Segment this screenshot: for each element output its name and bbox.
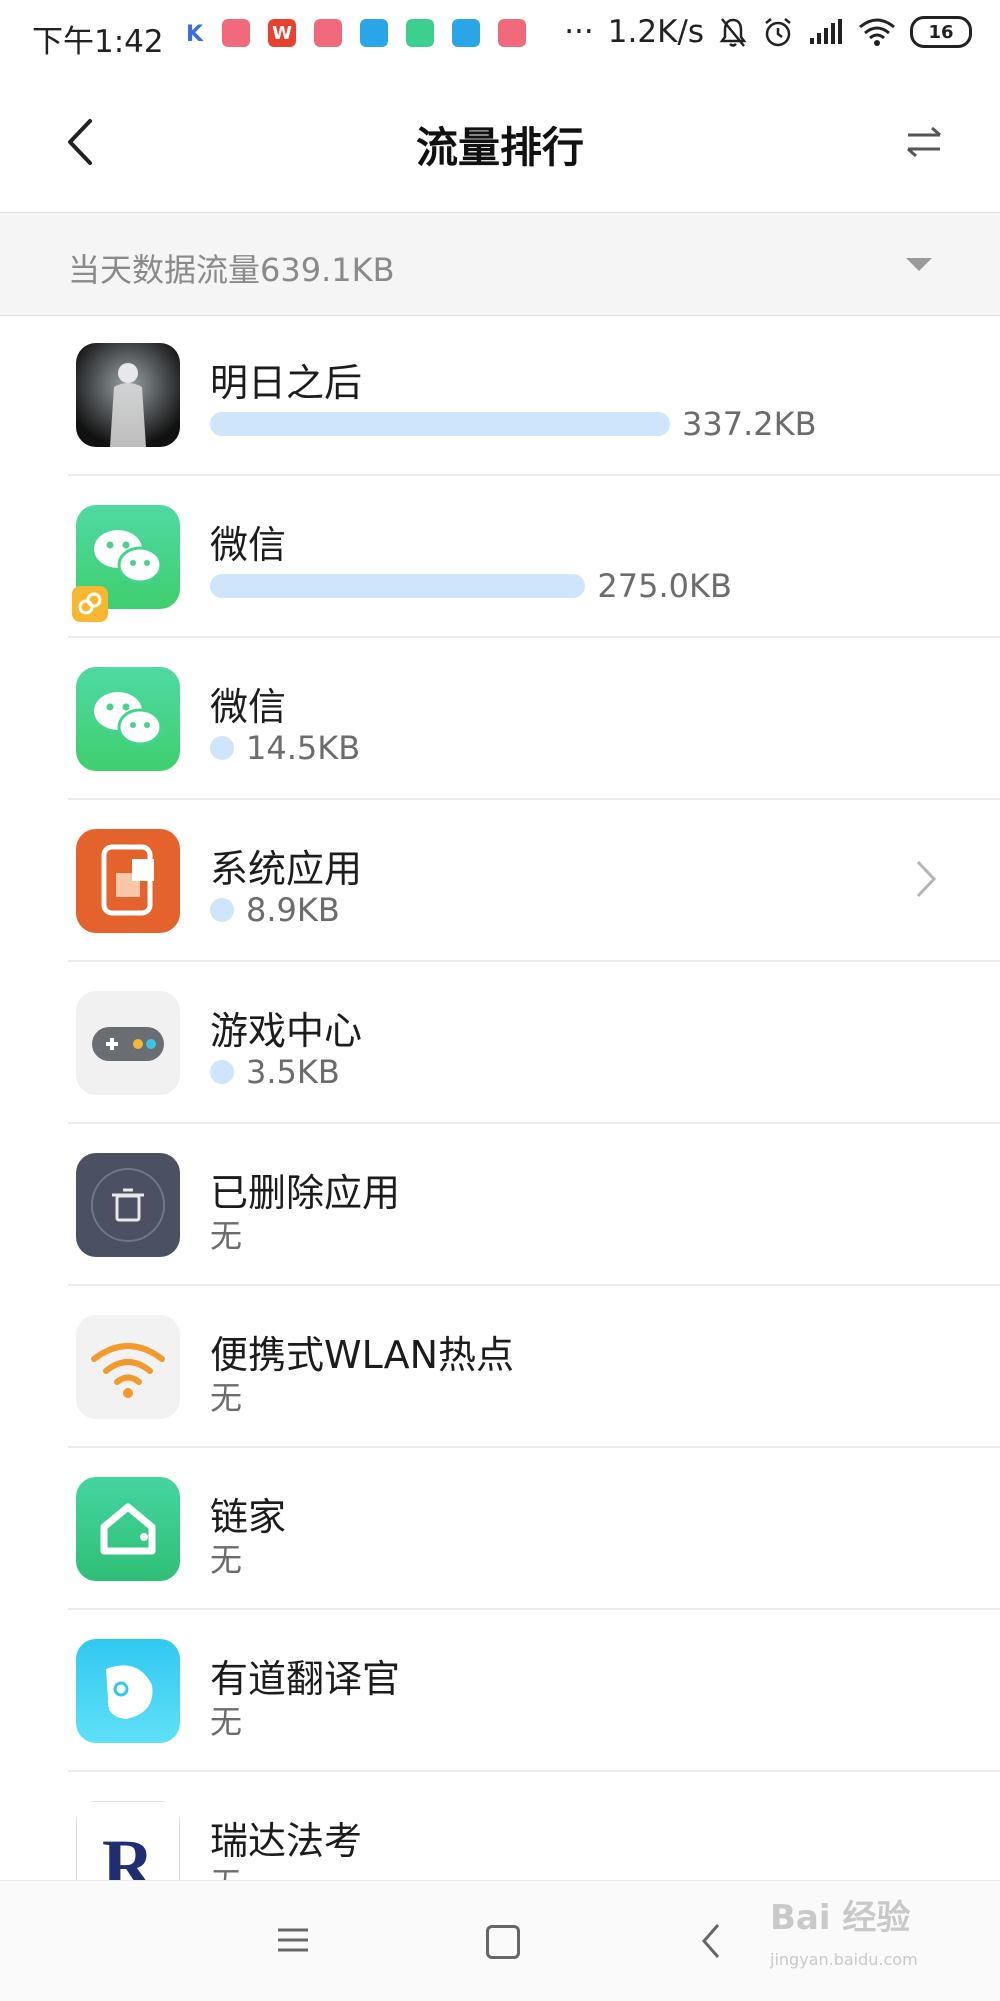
usage-indicator: 无 [210, 1216, 242, 1255]
usage-amount: 275.0KB [597, 567, 732, 605]
title-bar: 流量排行 [0, 72, 1000, 212]
page-title: 流量排行 [415, 123, 584, 172]
app-row[interactable]: 微信 275.0KB [0, 476, 1000, 638]
battery-icon: 16 [910, 16, 972, 48]
app-row[interactable]: 明日之后 337.2KB [0, 314, 1000, 476]
usage-dot [210, 898, 234, 922]
app-row[interactable]: 游戏中心 3.5KB [0, 962, 1000, 1124]
usage-none: 无 [210, 1703, 243, 1741]
app-usage-list: 明日之后 337.2KB 微信 275.0KB 微信 14.5KB 系统应用 8.9KB 游戏中… [0, 314, 1000, 1934]
app-name: 已删除应用 [210, 1171, 401, 1215]
baidu-watermark-url: jingyan.baidu.com [770, 1950, 918, 1969]
usage-indicator: 337.2KB [210, 405, 817, 443]
app-row[interactable]: 有道翻译官无 [0, 1610, 1000, 1772]
baidu-watermark: Bai 经验 [770, 1898, 911, 1938]
game-figure-icon [76, 343, 180, 447]
menu-icon[interactable] [278, 1927, 308, 1953]
daily-data-total: 当天数据流量639.1KB [68, 251, 395, 289]
usage-none: 无 [210, 1379, 243, 1417]
status-bar: 下午1:42 K W ··· 1.2K/s 16 [0, 0, 1000, 72]
network-speed: 1.2K/s [607, 14, 704, 50]
usage-dot [210, 1060, 234, 1084]
app-name: 有道翻译官 [210, 1657, 401, 1701]
nav-back-icon[interactable] [700, 1923, 722, 1959]
app-name: 微信 [210, 523, 287, 567]
trash-icon [76, 1153, 180, 1257]
more-notifications-icon: ··· [564, 14, 594, 50]
app-row[interactable]: 微信 14.5KB [0, 638, 1000, 800]
usage-none: 无 [210, 1217, 243, 1255]
app-name: 链家 [210, 1495, 287, 1539]
usage-amount: 337.2KB [682, 405, 817, 443]
alarm-icon [765, 18, 791, 47]
lianjia-home-icon [406, 19, 434, 47]
hotspot-wifi-icon [76, 1315, 180, 1419]
usage-dot [210, 736, 234, 760]
status-time: 下午1:42 [32, 24, 164, 60]
app-row[interactable]: 便携式WLAN热点无 [0, 1286, 1000, 1448]
status-right: ··· 1.2K/s 16 [564, 14, 972, 50]
app-name: 便携式WLAN热点 [210, 1333, 515, 1377]
usage-bar [210, 574, 586, 598]
usage-amount: 8.9KB [246, 891, 340, 929]
app-name: 微信 [210, 685, 287, 729]
sort-switch-icon[interactable] [904, 124, 944, 160]
chart-app-icon [498, 19, 526, 47]
usage-indicator: 14.5KB [210, 729, 361, 767]
wps-icon: W [268, 19, 296, 47]
app-row[interactable]: 链家无 [0, 1448, 1000, 1610]
baidu-paw-icon [452, 19, 480, 47]
usage-indicator: 无 [210, 1540, 242, 1579]
system-apps-icon [76, 829, 180, 933]
usage-indicator: 3.5KB [210, 1053, 340, 1091]
usage-indicator: 无 [210, 1702, 242, 1741]
home-button[interactable] [486, 1925, 520, 1959]
chevron-right-icon[interactable] [912, 858, 938, 900]
usage-indicator: 275.0KB [210, 567, 732, 605]
lianjia-icon [76, 1477, 180, 1581]
chart-app-icon [314, 19, 342, 47]
app-name: 明日之后 [210, 361, 363, 405]
usage-amount: 14.5KB [246, 729, 361, 767]
usage-none: 无 [210, 1541, 243, 1579]
usage-indicator: 无 [210, 1378, 242, 1417]
gamepad-icon [76, 991, 180, 1095]
dual-app-badge-icon [72, 586, 108, 622]
usage-indicator: 8.9KB [210, 891, 340, 929]
k-icon: K [186, 22, 204, 47]
app-name: 系统应用 [210, 847, 363, 891]
daily-data-summary[interactable]: 当天数据流量639.1KB [0, 212, 1000, 316]
app-name: 游戏中心 [210, 1009, 363, 1053]
wechat-icon [76, 667, 180, 771]
youdao-icon [76, 1639, 180, 1743]
app-name: 瑞达法考 [210, 1819, 363, 1863]
usage-bar [210, 412, 670, 436]
chart-app-icon [222, 19, 250, 47]
signal-icon [810, 19, 842, 44]
baidu-paw-icon [360, 19, 388, 47]
app-row[interactable]: 已删除应用无 [0, 1124, 1000, 1286]
notification-icons: W [222, 19, 526, 47]
wifi-icon [859, 18, 895, 46]
bell-muted-icon [719, 18, 747, 47]
usage-amount: 3.5KB [246, 1053, 340, 1091]
dropdown-triangle-icon[interactable] [906, 258, 932, 271]
app-row[interactable]: 系统应用 8.9KB [0, 800, 1000, 962]
